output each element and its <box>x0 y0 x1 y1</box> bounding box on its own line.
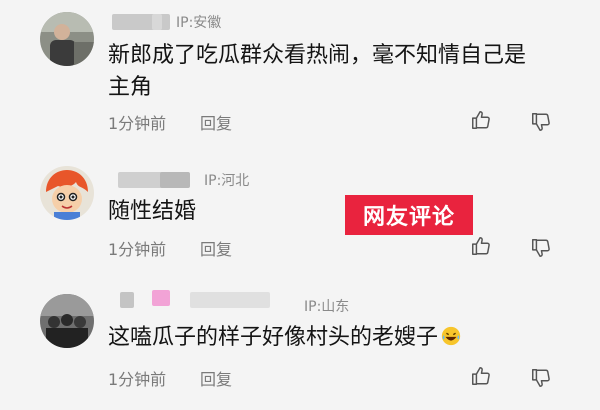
username-blurred <box>160 172 190 188</box>
group-photo-icon <box>40 294 94 348</box>
username-blurred[interactable] <box>120 292 134 308</box>
username-blurred <box>152 14 162 30</box>
comment-text: 这嗑瓜子的样子好像村头的老嫂子 <box>108 322 578 354</box>
comment-time: 1分钟前 <box>108 240 167 259</box>
comment-time: 1分钟前 <box>108 370 167 389</box>
ip-location: IP:河北 <box>204 173 250 189</box>
user-avatar[interactable] <box>40 166 94 220</box>
laughing-tears-emoji-icon <box>441 326 461 346</box>
comment-text: 随性结婚 <box>108 199 197 224</box>
username-blurred <box>190 292 270 308</box>
reply-button[interactable]: 回复 <box>200 110 232 134</box>
user-avatar[interactable] <box>40 12 94 66</box>
cartoon-kid-icon <box>40 166 94 220</box>
thumbs-up-icon[interactable] <box>470 109 492 131</box>
netizen-comments-tag: 网友评论 <box>345 195 473 235</box>
comment-time: 1分钟前 <box>108 114 167 133</box>
thumbs-down-icon[interactable] <box>530 237 552 259</box>
thumbs-up-icon[interactable] <box>470 235 492 257</box>
comment-text: 新郎成了吃瓜群众看热闹，毫不知情自己是主角 <box>108 43 527 100</box>
comment-feed: IP:安徽 新郎成了吃瓜群众看热闹，毫不知情自己是主角 1分钟前 回复 IP:河… <box>0 0 600 410</box>
comment-text-content: 这嗑瓜子的样子好像村头的老嫂子 <box>108 325 439 350</box>
thumbs-down-icon[interactable] <box>530 367 552 389</box>
ip-location: IP:山东 <box>304 299 350 315</box>
ip-location: IP:安徽 <box>176 15 222 31</box>
thumbs-up-icon[interactable] <box>470 365 492 387</box>
user-avatar[interactable] <box>40 294 94 348</box>
person-photo-icon <box>40 12 94 66</box>
thumbs-down-icon[interactable] <box>530 111 552 133</box>
reply-button[interactable]: 回复 <box>200 366 232 390</box>
username-blurred <box>152 290 170 306</box>
reply-button[interactable]: 回复 <box>200 236 232 260</box>
